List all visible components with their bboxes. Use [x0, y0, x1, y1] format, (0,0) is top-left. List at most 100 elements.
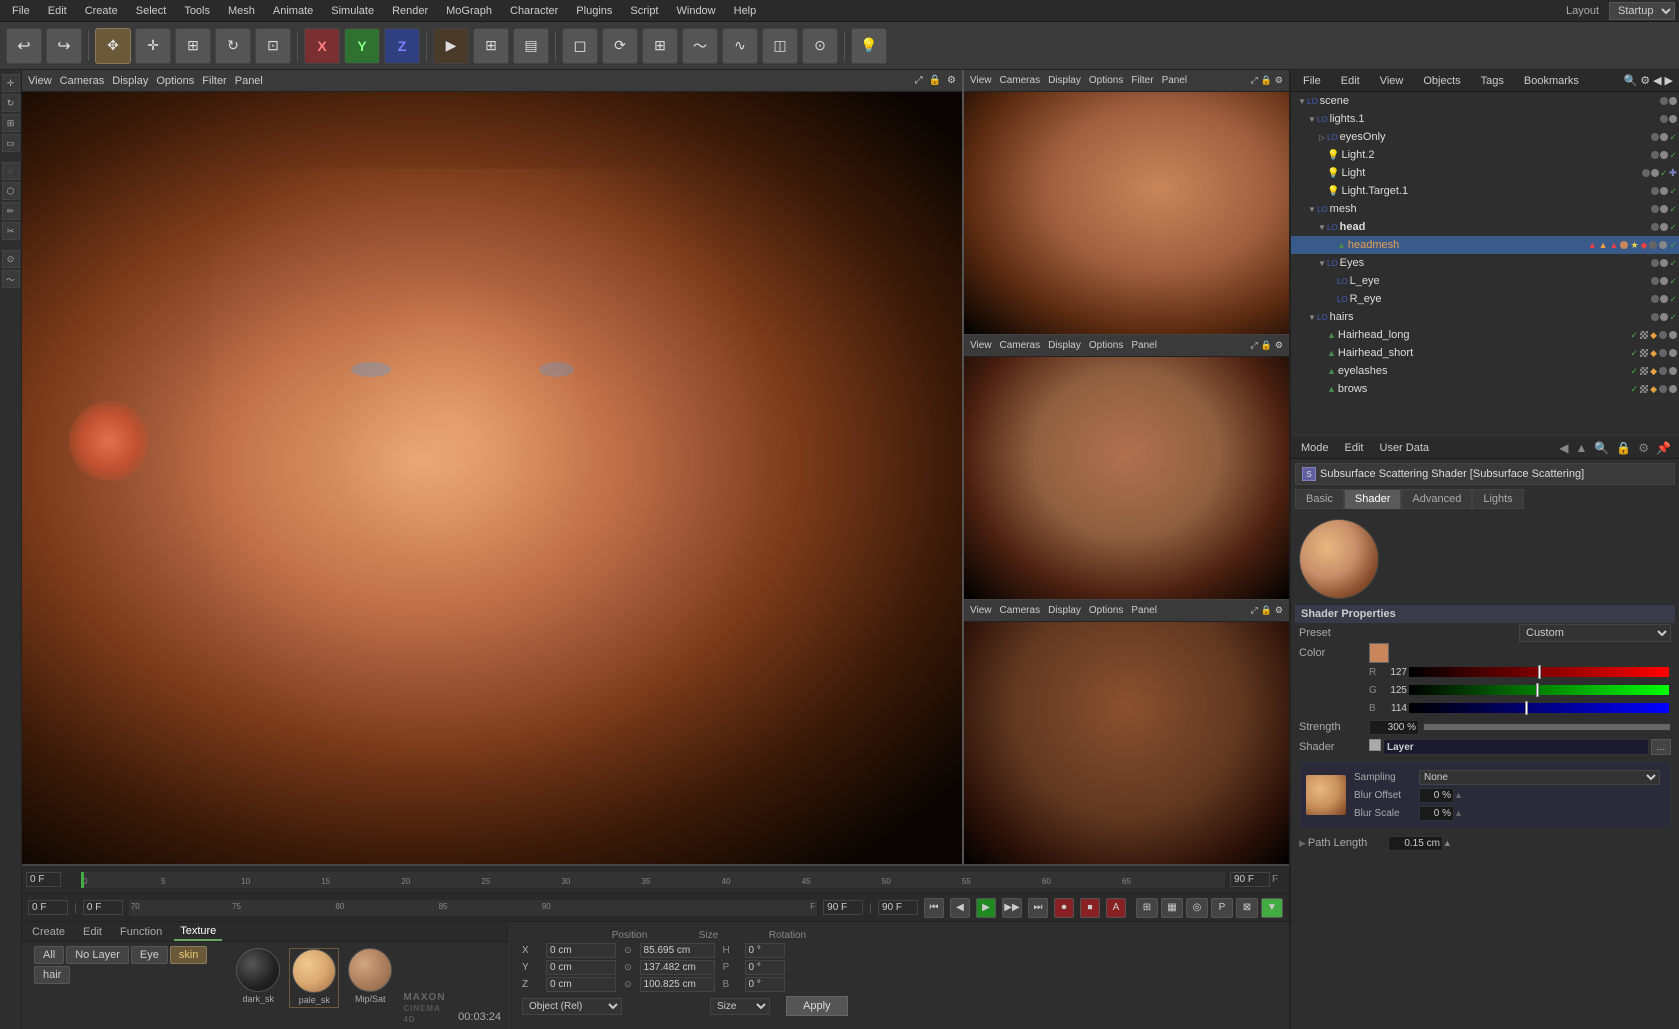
b-slider-thumb[interactable]: [1525, 701, 1528, 715]
y-pos-input[interactable]: [546, 960, 616, 975]
obj-row-hairlong[interactable]: ▲ Hairhead_long ✓ ◆: [1291, 326, 1679, 344]
toggle-head[interactable]: ▼: [1317, 222, 1327, 232]
filter-eye[interactable]: Eye: [131, 946, 168, 964]
menu-help[interactable]: Help: [726, 3, 765, 19]
obj-search-icon[interactable]: 🔍: [1623, 74, 1637, 87]
obj-expand-icon[interactable]: ▶: [1665, 74, 1673, 87]
z-size-input[interactable]: [640, 977, 715, 992]
vbar-settings-icon[interactable]: ⚙: [947, 75, 956, 86]
vbar-br-display[interactable]: Display: [1048, 605, 1081, 616]
obj-row-head[interactable]: ▼ LO head ✓: [1291, 218, 1679, 236]
blur-scale-input[interactable]: [1419, 806, 1454, 821]
vbar-lock-icon[interactable]: 🔒: [929, 75, 941, 86]
vbar-mr-settings[interactable]: ⚙: [1275, 340, 1283, 351]
pb-goto-end[interactable]: ⏭: [1028, 898, 1048, 918]
tab-edit[interactable]: Edit: [77, 924, 108, 940]
menu-simulate[interactable]: Simulate: [323, 3, 382, 19]
toggle-hairlong[interactable]: [1317, 330, 1327, 340]
menu-select[interactable]: Select: [128, 3, 175, 19]
vbar-mr-expand[interactable]: ⤢: [1251, 340, 1258, 351]
pb-tool4[interactable]: P: [1211, 898, 1233, 918]
obj-row-reye[interactable]: LO R_eye ✓: [1291, 290, 1679, 308]
tab-shader[interactable]: Shader: [1344, 489, 1401, 509]
poly-tool[interactable]: ⬡: [2, 182, 20, 200]
vbar-br-options[interactable]: Options: [1089, 605, 1123, 616]
y-rot-input[interactable]: [745, 960, 785, 975]
smooth-tool[interactable]: 〜: [2, 270, 20, 288]
vbar-mr-options[interactable]: Options: [1089, 340, 1123, 351]
mode-expand[interactable]: ▲: [1573, 439, 1589, 457]
menu-script[interactable]: Script: [622, 3, 666, 19]
obj-collapse-icon[interactable]: ◀: [1653, 74, 1661, 87]
move-tool-side[interactable]: ✛: [2, 74, 20, 92]
y-pos-arrow[interactable]: ⊙: [624, 962, 632, 973]
menu-window[interactable]: Window: [669, 3, 724, 19]
obj-bookmarks[interactable]: Bookmarks: [1518, 73, 1585, 89]
obj-view-menu[interactable]: View: [1374, 73, 1410, 89]
vbar-br-lock[interactable]: 🔒: [1261, 605, 1272, 616]
vbar-mr-view[interactable]: View: [970, 340, 992, 351]
lasso-tool[interactable]: ◌: [2, 162, 20, 180]
apply-button[interactable]: Apply: [786, 996, 848, 1016]
vbar-expand-icon[interactable]: ⤢: [915, 75, 923, 86]
tab-texture[interactable]: Texture: [174, 923, 222, 941]
vbar-br-view[interactable]: View: [970, 605, 992, 616]
vbar-br-expand[interactable]: ⤢: [1251, 605, 1258, 616]
filter-hair[interactable]: hair: [34, 966, 70, 984]
menu-edit[interactable]: Edit: [40, 3, 75, 19]
toggle-eyesonly[interactable]: ▷: [1317, 132, 1327, 142]
obj-row-mesh[interactable]: ▼ LO mesh ✓: [1291, 200, 1679, 218]
y-size-input[interactable]: [640, 960, 715, 975]
layer-dots-btn[interactable]: …: [1651, 739, 1671, 755]
light-cross[interactable]: ✚: [1669, 168, 1677, 179]
filter-all[interactable]: All: [34, 946, 64, 964]
mode-pin[interactable]: 📌: [1654, 439, 1673, 457]
shader-expand-btn[interactable]: [1369, 739, 1381, 751]
end-frame-input[interactable]: [1230, 872, 1270, 887]
g-slider-track[interactable]: [1409, 685, 1669, 695]
max-frame-input[interactable]: [823, 900, 863, 915]
move-tool-btn[interactable]: ✛: [135, 28, 171, 64]
obj-file[interactable]: File: [1297, 73, 1327, 89]
layout-select[interactable]: Startup: [1609, 2, 1675, 20]
menu-plugins[interactable]: Plugins: [568, 3, 620, 19]
x-axis-btn[interactable]: X: [304, 28, 340, 64]
magnet-tool[interactable]: ⊙: [2, 250, 20, 268]
object-btn[interactable]: ⊙: [802, 28, 838, 64]
render-all-btn[interactable]: ▤: [513, 28, 549, 64]
vbar-mr-panel[interactable]: Panel: [1131, 340, 1157, 351]
obj-row-light2[interactable]: 💡 Light.2 ✓: [1291, 146, 1679, 164]
z-axis-btn[interactable]: Z: [384, 28, 420, 64]
material-pale-sk[interactable]: pale_sk: [289, 948, 339, 1008]
filter-skin[interactable]: skin: [170, 946, 208, 964]
tab-basic[interactable]: Basic: [1295, 489, 1344, 509]
toggle-light[interactable]: [1317, 168, 1327, 178]
color-picker-swatch[interactable]: [1369, 643, 1389, 663]
spline-btn[interactable]: ∿: [722, 28, 758, 64]
pb-record[interactable]: ⏺: [1054, 898, 1074, 918]
obj-row-headmesh[interactable]: ▲ headmesh ▲ ▲ ▲ ★ ◆ ✓: [1291, 236, 1679, 254]
pb-tool1[interactable]: ⊞: [1136, 898, 1158, 918]
vbar-tr-settings[interactable]: ⚙: [1275, 75, 1283, 86]
pb-auto[interactable]: A: [1106, 898, 1126, 918]
path-expand-icon[interactable]: ▶: [1299, 838, 1306, 849]
loop-btn[interactable]: ⟳: [602, 28, 638, 64]
path-length-arrow-up[interactable]: ▲: [1443, 838, 1452, 848]
vbar-view[interactable]: View: [28, 75, 52, 87]
vbar-mr-display[interactable]: Display: [1048, 340, 1081, 351]
vbar-cameras[interactable]: Cameras: [60, 75, 105, 87]
render-region-btn[interactable]: ⊞: [473, 28, 509, 64]
mode-mode[interactable]: Mode: [1297, 440, 1333, 456]
obj-row-hairshort[interactable]: ▲ Hairhead_short ✓ ◆: [1291, 344, 1679, 362]
strength-input[interactable]: [1369, 720, 1419, 735]
knife-tool[interactable]: ✂: [2, 222, 20, 240]
pb-tool5[interactable]: ⊠: [1236, 898, 1258, 918]
tab-lights[interactable]: Lights: [1472, 489, 1523, 509]
vbar-tr-view[interactable]: View: [970, 75, 992, 86]
max-frame2[interactable]: [878, 900, 918, 915]
vbar-br-cameras[interactable]: Cameras: [1000, 605, 1041, 616]
menu-create[interactable]: Create: [77, 3, 126, 19]
timeline-ruler[interactable]: 0 5 10 15 20 25 30 35 40 45 50 55 60 65: [80, 871, 1226, 889]
toggle-light2[interactable]: [1317, 150, 1327, 160]
transform-tool-btn[interactable]: ⊡: [255, 28, 291, 64]
